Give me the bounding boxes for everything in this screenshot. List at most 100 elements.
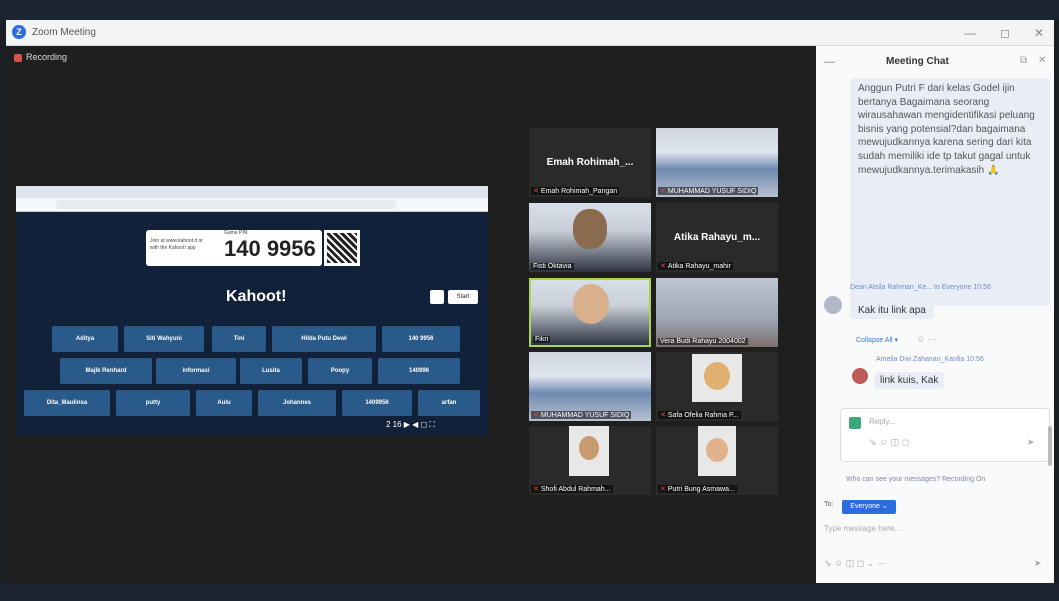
to-label: To: <box>824 501 834 508</box>
participant-name: ✕ Putri Bung Asmawa... <box>658 485 737 493</box>
chat-message-text: Kak itu link apa <box>850 302 934 319</box>
format-icons[interactable]: ⇘ ☺ ◫ ◻ <box>869 437 909 448</box>
participant-tile[interactable]: Atika Rahayu_m... ✕ Atika Rahayu_mahir <box>656 203 778 272</box>
window-title: Zoom Meeting <box>32 27 96 38</box>
message-meta: Dean Atsila Rahman_Ke... to Everyone 10:… <box>850 284 991 291</box>
chat-title: Meeting Chat <box>886 56 949 67</box>
send-icon[interactable]: ➤ <box>1034 558 1042 569</box>
scrollbar[interactable] <box>1048 426 1052 466</box>
participant-tile[interactable]: ✕ MUHAMMAD YUSUF SIDIQ <box>529 352 651 421</box>
share-controls[interactable]: 2 16 ▶ ◀ ◻ ⛶ <box>386 420 435 430</box>
muted-mic-icon: ✕ <box>660 188 666 195</box>
participant-name: ✕ Shofi Abdul Rahmah... <box>531 485 613 493</box>
window-titlebar: Z Zoom Meeting — ◻ ✕ <box>6 20 1054 46</box>
minimize-button[interactable]: — <box>964 26 976 40</box>
participant-tile[interactable]: ✕ MUHAMMAD YUSUF SIDIQ <box>656 128 778 197</box>
participant-photo <box>692 354 742 402</box>
player-chip: 1409956 <box>342 390 412 416</box>
participant-name: ✕ MUHAMMAD YUSUF SIDIQ <box>531 411 632 419</box>
reply-box[interactable]: Reply... ⇘ ☺ ◫ ◻ ➤ <box>840 408 1050 462</box>
emoji-icon[interactable]: ☺ ⋯ <box>916 334 937 345</box>
participant-name: Fisti Oktavia <box>531 263 574 270</box>
player-chip: Dita_Maulinsa <box>24 390 110 416</box>
lock-button[interactable] <box>430 290 444 304</box>
avatar <box>852 368 868 384</box>
chat-header: — Meeting Chat ⧉ ✕ <box>816 46 1054 76</box>
player-chip: Hilda Putu Dewi <box>272 326 376 352</box>
face-shape <box>704 362 730 390</box>
muted-mic-icon: ✕ <box>660 486 666 493</box>
browser-tabbar <box>16 186 488 198</box>
bottom-strip <box>0 583 1059 601</box>
qr-code <box>324 230 360 266</box>
participant-name: ✕ Atika Rahayu_mahir <box>658 262 733 270</box>
chat-panel: — Meeting Chat ⧉ ✕ Anggun Putri F dari k… <box>816 46 1054 583</box>
participant-tile[interactable]: Emah Rohimah_... ✕ Emah Rohimah_Pangan <box>529 128 651 197</box>
chat-message-text: Anggun Putri F dari kelas Godel ijin ber… <box>858 83 1038 176</box>
muted-mic-icon: ✕ <box>660 412 666 419</box>
recording-label: Recording <box>26 52 68 62</box>
reply-meta: Amelia Dwi Zahanan_Kanfia 10:56 <box>876 356 984 363</box>
participant-photo <box>698 426 736 476</box>
popout-icon[interactable]: ⧉ <box>1020 55 1027 66</box>
face-shape <box>706 438 728 462</box>
player-chip: Siti Wahyuni <box>124 326 204 352</box>
participant-name: ✕ MUHAMMAD YUSUF SIDIQ <box>658 187 759 195</box>
participant-name: ✕ Emah Rohimah_Pangan <box>531 187 620 195</box>
close-button[interactable]: ✕ <box>1034 26 1044 40</box>
player-chip: Poopy <box>308 358 372 384</box>
participant-video <box>573 209 607 249</box>
player-chip: Aulu <box>196 390 252 416</box>
player-chip: informasi <box>156 358 236 384</box>
kahoot-title: Kahoot! <box>226 288 287 305</box>
participant-name: ✕ Safa Ofelia Rahma P... <box>658 411 741 419</box>
compose-toolbar[interactable]: ⇘ ☺ ◫ ◻ ⌄ ⋯ <box>824 558 886 569</box>
participant-tile[interactable]: ✕ Putri Bung Asmawa... <box>656 426 778 495</box>
message-input[interactable]: Type message here... <box>824 524 901 533</box>
player-chip: Lusita <box>240 358 302 384</box>
participant-name: Vera Budi Rahayu 2004002 <box>658 338 748 345</box>
avatar <box>824 296 842 314</box>
start-button[interactable]: Start <box>448 290 478 304</box>
join-hint: Join at www.kahoot.it or with the Kahoot… <box>150 238 203 251</box>
participant-tile-active-speaker[interactable]: Fikri <box>529 278 651 347</box>
player-chip: Aditya <box>52 326 118 352</box>
participant-tile[interactable]: ✕ Shofi Abdul Rahmah... <box>529 426 651 495</box>
qr-pattern <box>327 233 357 263</box>
collapse-all-link[interactable]: Collapse All ▾ <box>856 336 898 344</box>
participant-video <box>573 284 609 324</box>
minimize-chat-icon[interactable]: — <box>824 56 835 68</box>
visibility-notice[interactable]: Who can see your messages? Recording On <box>846 476 985 483</box>
game-pin: 140 9956 <box>224 236 316 261</box>
zoom-logo-icon: Z <box>12 25 26 39</box>
reply-input[interactable]: Reply... <box>869 417 896 426</box>
muted-mic-icon: ✕ <box>660 263 666 270</box>
avatar <box>849 417 861 429</box>
record-icon <box>14 53 22 62</box>
participant-tile[interactable]: ✕ Safa Ofelia Rahma P... <box>656 352 778 421</box>
recipient-select[interactable]: Everyone ⌄ <box>842 500 896 514</box>
top-strip <box>0 0 1059 20</box>
recording-indicator: Recording <box>14 52 67 62</box>
player-chip: 140 9956 <box>382 326 460 352</box>
maximize-button[interactable]: ◻ <box>1000 26 1010 40</box>
muted-mic-icon: ✕ <box>533 412 539 419</box>
participant-tile[interactable]: Fisti Oktavia <box>529 203 651 272</box>
player-chip: Johannes <box>258 390 336 416</box>
player-chip: Tini <box>212 326 266 352</box>
player-chip: putty <box>116 390 190 416</box>
join-box: Join at www.kahoot.it or with the Kahoot… <box>146 230 322 266</box>
player-chip: Majik Renhard <box>60 358 152 384</box>
muted-mic-icon: ✕ <box>533 486 539 493</box>
face-shape <box>579 436 599 460</box>
participant-name: Fikri <box>533 336 551 343</box>
participant-photo <box>569 426 609 476</box>
send-icon[interactable]: ➤ <box>1027 437 1035 448</box>
participant-tile[interactable]: Vera Budi Rahayu 2004002 <box>656 278 778 347</box>
url-field <box>56 200 396 209</box>
muted-mic-icon: ✕ <box>533 188 539 195</box>
chat-message-bubble: Anggun Putri F dari kelas Godel ijin ber… <box>850 78 1050 306</box>
player-chip: 140996 <box>378 358 460 384</box>
close-chat-icon[interactable]: ✕ <box>1038 55 1046 66</box>
browser-addressbar <box>16 198 488 212</box>
